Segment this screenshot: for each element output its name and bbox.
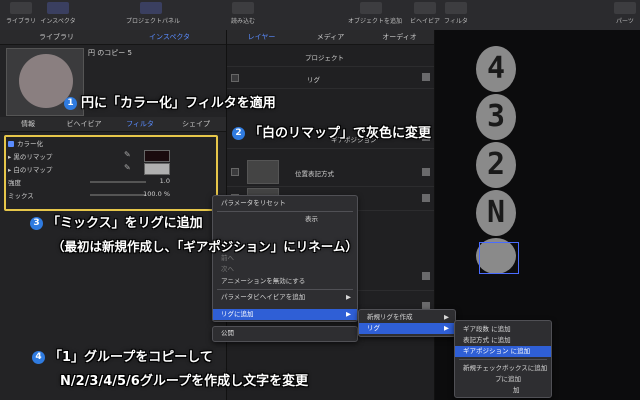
tab-media[interactable]: メディア — [296, 30, 365, 44]
step-badge: 2 — [232, 127, 245, 140]
menu-item-add-parameter-behavior[interactable]: パラメータビヘイビアを追加 ▶ — [213, 292, 357, 303]
annotation-step-1: 1 円に「カラー化」フィルタを適用 — [64, 92, 276, 111]
plus-icon — [360, 2, 382, 14]
layers-tabs: レイヤー メディア オーディオ — [227, 30, 434, 45]
parts-button[interactable]: パーツ — [612, 2, 638, 28]
step-badge: 1 — [64, 97, 77, 110]
menu-separator — [459, 359, 547, 360]
menu-item-add[interactable]: 加 — [513, 385, 551, 396]
tab-behaviors[interactable]: ビヘイビア — [56, 117, 112, 131]
filter-row-colorize[interactable]: カラー化 — [4, 137, 210, 149]
menu-separator — [217, 211, 353, 212]
filter-row-remap-black[interactable]: ▸ 黒のリマップ ✎ — [4, 150, 210, 162]
project-panel-icon — [140, 2, 162, 14]
filters-button[interactable]: フィルタ — [444, 2, 468, 28]
menu-item-rig[interactable]: リグ ▶ — [359, 323, 455, 334]
checkbox-icon[interactable] — [231, 168, 239, 176]
black-color-swatch[interactable] — [144, 150, 170, 162]
group-icon — [422, 194, 430, 202]
tab-info[interactable]: 情報 — [0, 117, 56, 131]
menu-separator — [217, 289, 353, 290]
group-icon — [422, 168, 430, 176]
annotation-step-3-line-1: 3 「ミックス」をリグに追加 — [30, 212, 203, 231]
submenu-arrow-icon: ▶ — [346, 293, 351, 301]
inspector-icon — [47, 2, 69, 14]
gear-submenu: ギア段数 に追加 表記方式 に追加 ギアポジション に追加 新規チェックボックス… — [454, 320, 552, 398]
gear-digit-4: 4 — [476, 46, 516, 92]
submenu-arrow-icon: ▶ — [444, 324, 449, 332]
gear-digit-2: 2 — [476, 142, 516, 188]
menu-item-add-to-new-checkbox[interactable]: 新規チェックボックスに追加 — [455, 363, 551, 374]
project-panel-button[interactable]: プロジェクトパネル — [126, 2, 180, 28]
behaviors-button[interactable]: ビヘイビア — [410, 2, 440, 28]
filter-row-mix[interactable]: ミックス 100.0 % — [4, 189, 210, 201]
group-icon — [422, 272, 430, 280]
rig-submenu: 新規リグを作成 ▶ リグ ▶ — [358, 309, 456, 337]
gear-icon — [414, 2, 436, 14]
menu-item-add-to-gear-count[interactable]: ギア段数 に追加 — [455, 324, 551, 335]
filter-icon — [445, 2, 467, 14]
inspector-button[interactable]: インスペクタ — [40, 2, 76, 28]
panel-tabs: ライブラリ インスペクタ — [0, 30, 226, 45]
gear-digit-3: 3 — [476, 94, 516, 140]
tab-inspector[interactable]: インスペクタ — [113, 30, 226, 44]
menu-item-disable-animation[interactable]: アニメーションを無効にする — [213, 276, 357, 287]
menu-item-add-to-popup[interactable]: プに追加 — [495, 374, 551, 385]
annotation-step-3-line-2: （最初は新規作成し、「ギアポジション」にリネーム） — [52, 239, 358, 254]
submenu-arrow-icon: ▶ — [346, 310, 351, 318]
menu-item-add-to-rig[interactable]: リグに追加 ▶ — [213, 309, 357, 320]
layer-row-notation[interactable]: 位置表記方式 — [227, 158, 434, 187]
annotation-step-2: 2 「白のリマップ」で灰色に変更 — [232, 122, 431, 141]
menu-item-show[interactable]: 表示 — [305, 214, 345, 225]
annotation-step-4-line-2: N/2/3/4/5/6グループを作成し文字を変更 — [60, 374, 309, 389]
menu-item-add-to-gear-position[interactable]: ギアポジション に追加 — [455, 346, 551, 357]
tab-shape[interactable]: シェイプ — [168, 117, 224, 131]
annotation-step-4-line-1: 4 「1」グループをコピーして — [32, 346, 213, 365]
library-icon — [10, 2, 32, 14]
parts-icon — [614, 2, 636, 14]
layer-row-rig[interactable]: リグ — [227, 68, 434, 89]
menu-item-next[interactable]: 次へ — [213, 264, 357, 275]
gear-digit-n: N — [476, 190, 516, 236]
add-object-button[interactable]: オブジェクトを追加 — [348, 2, 402, 28]
step-badge: 4 — [32, 351, 45, 364]
import-icon — [232, 2, 254, 14]
context-menu-lower: 公開 — [212, 326, 358, 342]
checkbox-icon[interactable] — [8, 141, 14, 147]
menu-item-add-to-notation[interactable]: 表記方式 に追加 — [455, 335, 551, 346]
layer-thumbnail — [247, 160, 279, 184]
filter-row-remap-white[interactable]: ▸ 白のリマップ ✎ — [4, 163, 210, 175]
white-color-swatch[interactable] — [144, 163, 170, 175]
tab-layers[interactable]: レイヤー — [227, 30, 296, 44]
step-badge: 3 — [30, 217, 43, 230]
library-button[interactable]: ライブラリ — [6, 2, 36, 28]
eyedropper-icon[interactable]: ✎ — [124, 150, 131, 159]
inspector-sub-tabs: 情報 ビヘイビア フィルタ シェイプ — [0, 117, 226, 132]
toolbar: ライブラリ インスペクタ プロジェクトパネル 読み込む オブジェクトを追加 ビヘ… — [0, 0, 640, 31]
tab-filters[interactable]: フィルタ — [112, 117, 168, 131]
rig-icon — [422, 73, 430, 81]
tab-library[interactable]: ライブラリ — [0, 30, 113, 44]
menu-item-new-rig[interactable]: 新規リグを作成 ▶ — [359, 312, 455, 323]
layer-row-project[interactable]: プロジェクト — [227, 46, 434, 67]
menu-item-publish[interactable]: 公開 — [213, 328, 357, 339]
context-menu: パラメータをリセット 表示 前へ 次へ アニメーションを無効にする パラメータビ… — [212, 195, 358, 322]
submenu-arrow-icon: ▶ — [444, 313, 449, 321]
object-name: 円 のコピー 5 — [88, 49, 132, 57]
import-button[interactable]: 読み込む — [228, 2, 258, 28]
checkbox-icon[interactable] — [231, 74, 239, 82]
menu-item-reset-parameter[interactable]: パラメータをリセット — [213, 198, 357, 209]
eyedropper-icon[interactable]: ✎ — [124, 163, 131, 172]
tab-audio[interactable]: オーディオ — [365, 30, 434, 44]
selection-box[interactable] — [479, 242, 519, 274]
filter-row-intensity[interactable]: 強度 1.0 — [4, 176, 210, 188]
